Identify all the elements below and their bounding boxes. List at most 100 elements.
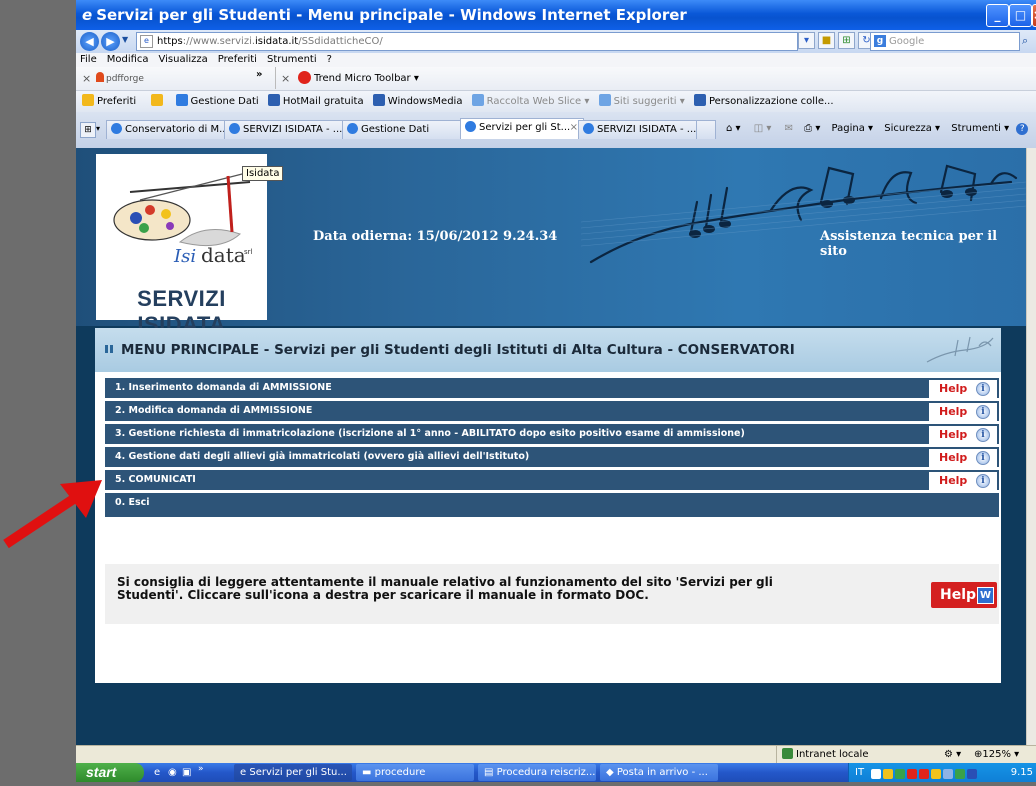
help-button[interactable]: Help i [929, 380, 997, 398]
quick-launch-ie-icon[interactable]: e [154, 763, 160, 782]
help-button[interactable]: Help i [929, 472, 997, 490]
fav-siti-suggeriti[interactable]: Siti suggeriti ▾ [598, 91, 685, 112]
start-button[interactable]: start [76, 763, 144, 782]
fav-gestione-dati[interactable]: Gestione Dati [175, 91, 259, 112]
pdfforge-toolbar[interactable]: pdfforge [96, 67, 144, 91]
download-manual-button[interactable]: Help W [931, 582, 997, 608]
home-icon[interactable]: ⌂ ▾ [726, 123, 741, 134]
task-servizi-studenti[interactable]: e Servizi per gli Stu... [234, 764, 352, 781]
help-button[interactable]: Help i [929, 426, 997, 444]
tray-icon[interactable] [895, 769, 905, 779]
menu-help[interactable]: ? [327, 54, 332, 65]
info-icon: i [976, 382, 990, 396]
task-procedure[interactable]: ▬ procedure [356, 764, 474, 781]
clock[interactable]: 9.15 [1011, 763, 1033, 782]
tab-close-icon[interactable]: × [570, 119, 578, 137]
windows-taskbar: start e ◉ ▣ » e Servizi per gli Stu... ▬… [76, 763, 1036, 782]
tab-servizi-isidata-2[interactable]: SERVIZI ISIDATA - ... [578, 120, 702, 139]
dropdown-icon[interactable]: ▾ [798, 32, 815, 49]
zoom-control[interactable]: ⊕125% ▾ [974, 746, 1019, 764]
menu-item-modifica-ammissione[interactable]: 2. Modifica domanda di AMMISSIONE Help i [105, 401, 999, 421]
menu-item-comunicati[interactable]: 5. COMUNICATI Help i [105, 470, 999, 490]
search-icon[interactable]: ⌕ [1022, 32, 1036, 49]
protected-mode-icon[interactable]: ⚙ ▾ [944, 746, 961, 764]
menu-visualizza[interactable]: Visualizza [159, 54, 208, 65]
page-menu[interactable]: Pagina ▾ [832, 123, 874, 134]
fav-web-slice[interactable]: Raccolta Web Slice ▾ [471, 91, 589, 112]
vertical-scrollbar[interactable] [1026, 148, 1036, 745]
quick-launch-overflow-icon[interactable]: » [198, 760, 204, 779]
task-posta-in-arrivo[interactable]: ◆ Posta in arrivo - ... [600, 764, 718, 781]
panel-bullet-icon [105, 345, 113, 353]
add-favorite-icon[interactable] [151, 91, 166, 112]
language-indicator[interactable]: IT [855, 763, 864, 782]
favorites-button[interactable]: Preferiti [82, 91, 136, 112]
history-dropdown-icon[interactable]: ▼ [122, 35, 128, 44]
menu-item-gestione-allievi[interactable]: 4. Gestione dati degli allievi già immat… [105, 447, 999, 467]
tray-icon[interactable] [883, 769, 893, 779]
menu-item-esci[interactable]: 0. Esci [105, 493, 999, 517]
info-icon: i [976, 451, 990, 465]
lock-icon[interactable]: ■ [818, 32, 835, 49]
menu-file[interactable]: File [80, 54, 97, 65]
maximize-button[interactable]: □ [1009, 4, 1032, 27]
tray-icon[interactable] [871, 769, 881, 779]
technical-support-link[interactable]: Assistenza tecnica per il sito [820, 229, 1026, 259]
tools-menu[interactable]: Strumenti ▾ [951, 123, 1009, 134]
status-divider [776, 746, 777, 764]
tray-icon[interactable] [967, 769, 977, 779]
minimize-button[interactable]: _ [986, 4, 1009, 27]
menu-modifica[interactable]: Modifica [107, 54, 149, 65]
ie-page-icon [175, 94, 188, 106]
tray-icon[interactable] [931, 769, 941, 779]
tab-servizi-isidata-1[interactable]: SERVIZI ISIDATA - ... [224, 120, 348, 139]
page-icon: e [140, 35, 153, 48]
url-input[interactable]: e https://www.servizi.isidata.it/SSdidatt… [136, 32, 798, 51]
quick-tabs-icon[interactable]: ⊞ [80, 122, 96, 138]
tray-icon[interactable] [955, 769, 965, 779]
print-icon[interactable]: ⎙ ▾ [804, 123, 820, 134]
new-tab-button[interactable] [696, 120, 716, 139]
tab-list-icon[interactable]: ▾ [96, 122, 100, 136]
ie-page-icon [111, 123, 122, 134]
trend-micro-toolbar[interactable]: Trend Micro Toolbar ▾ [298, 67, 419, 90]
security-menu[interactable]: Sicurezza ▾ [884, 123, 940, 134]
toolbar-overflow-icon[interactable]: » [256, 63, 262, 86]
close-toolbar-icon[interactable]: × [82, 67, 91, 90]
menu-item-immatricolazione[interactable]: 3. Gestione richiesta di immatricolazion… [105, 424, 999, 444]
back-button[interactable]: ◀ [80, 32, 99, 51]
tab-bar: ⊞ ▾ Conservatorio di M... SERVIZI ISIDAT… [76, 112, 1036, 148]
menu-item-inserimento-ammissione[interactable]: 1. Inserimento domanda di AMMISSIONE Hel… [105, 378, 999, 398]
fav-windowsmedia[interactable]: WindowsMedia [372, 91, 462, 112]
tray-icon[interactable] [907, 769, 917, 779]
page-viewport[interactable]: Isi data srl Isidata SERVIZI ISIDATA Dat… [76, 148, 1026, 745]
close-button[interactable]: × [1032, 4, 1036, 27]
help-button[interactable]: Help i [929, 403, 997, 421]
help-button[interactable]: Help i [929, 449, 997, 467]
search-input[interactable]: g Google [870, 32, 1020, 51]
fav-hotmail[interactable]: HotMail gratuita [267, 91, 364, 112]
quick-launch-icon[interactable]: ◉ [168, 763, 177, 782]
tray-icon[interactable] [943, 769, 953, 779]
close-toolbar2-icon[interactable]: × [281, 67, 290, 90]
address-bar: ◀ ▶ ▼ e https://www.servizi.isidata.it/SS… [76, 30, 1036, 53]
menu-strumenti[interactable]: Strumenti [267, 54, 317, 65]
compat-icon[interactable]: ⊞ [838, 32, 855, 49]
tab-gestione-dati[interactable]: Gestione Dati [342, 120, 466, 139]
feeds-icon[interactable]: ◫ ▾ [754, 123, 772, 134]
tab-servizi-studenti[interactable]: Servizi per gli St... × [460, 118, 584, 139]
tray-icon[interactable] [919, 769, 929, 779]
mail-icon[interactable]: ✉ [785, 123, 793, 134]
isidata-logo[interactable]: Isi data srl Isidata SERVIZI ISIDATA [96, 154, 284, 337]
task-procedura-reiscrizione[interactable]: ▤ Procedura reiscriz... [478, 764, 596, 781]
quick-launch-icon[interactable]: ▣ [182, 763, 191, 782]
forward-button[interactable]: ▶ [101, 32, 120, 51]
toolbar-separator [275, 67, 276, 89]
menu-preferiti[interactable]: Preferiti [218, 54, 257, 65]
fav-personalizzazione[interactable]: Personalizzazione colle... [693, 91, 834, 112]
help-icon[interactable]: ? [1016, 123, 1029, 135]
window-titlebar[interactable]: e Servizi per gli Studenti - Menu princip… [76, 0, 1036, 30]
tab-conservatorio[interactable]: Conservatorio di M... [106, 120, 230, 139]
msn-icon [693, 94, 706, 106]
trend-micro-icon [298, 71, 311, 84]
